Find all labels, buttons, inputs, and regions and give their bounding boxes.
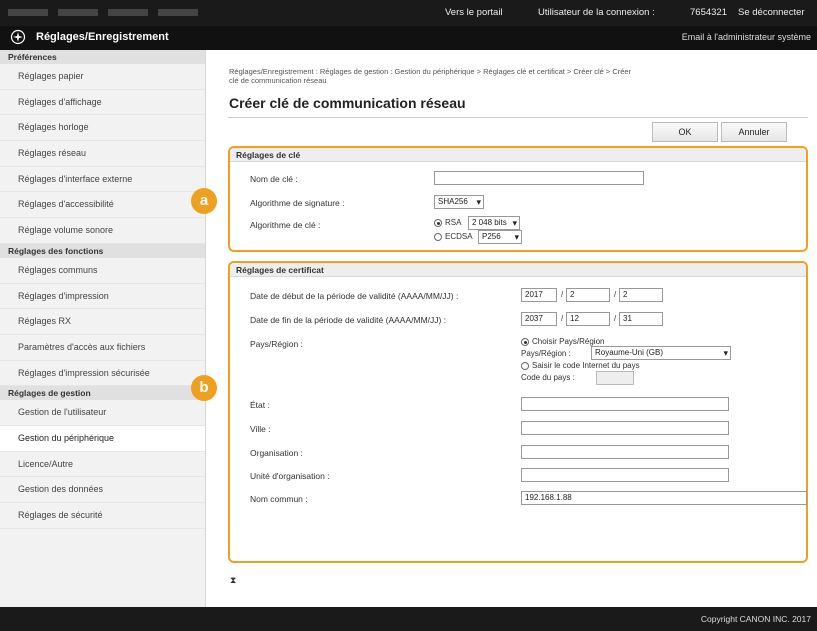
sidebar-section-preferences: Préférences xyxy=(0,50,205,64)
date-separator: / xyxy=(561,290,564,299)
signature-algo-label: Algorithme de signature : xyxy=(250,198,345,208)
state-input[interactable] xyxy=(521,397,729,411)
page-title: Créer clé de communication réseau xyxy=(229,95,466,111)
state-label: État : xyxy=(250,400,270,410)
rsa-bits-value: 2 048 bits xyxy=(472,218,507,227)
ok-button[interactable]: OK xyxy=(652,122,718,142)
rsa-label: RSA xyxy=(445,218,462,227)
choose-country-radio[interactable] xyxy=(521,338,529,346)
header-bar: Réglages/Enregistrement Email à l'admini… xyxy=(0,26,817,50)
certificate-settings-panel: Réglages de certificat Date de début de … xyxy=(228,261,808,563)
sidebar-item-display[interactable]: Réglages d'affichage xyxy=(0,90,205,116)
breadcrumb: Réglages/Enregistrement : Réglages de ge… xyxy=(229,67,799,85)
country-field-label: Pays/Région : xyxy=(521,349,571,358)
end-month-input[interactable]: 12 xyxy=(566,312,610,326)
organization-label: Organisation : xyxy=(250,448,303,458)
sidebar-item-data-management[interactable]: Gestion des données xyxy=(0,477,205,503)
org-unit-label: Unité d'organisation : xyxy=(250,471,330,481)
city-input[interactable] xyxy=(521,421,729,435)
enter-code-label: Saisir le code Internet du pays xyxy=(532,361,640,370)
country-value: Royaume-Uni (GB) xyxy=(595,348,664,357)
sidebar-item-volume[interactable]: Réglage volume sonore xyxy=(0,218,205,244)
portal-link[interactable]: Vers le portail xyxy=(445,7,503,18)
date-separator: / xyxy=(614,314,617,323)
key-name-label: Nom de clé : xyxy=(250,174,298,184)
country-code-input[interactable] xyxy=(596,371,634,385)
sidebar-item-file-access[interactable]: Paramètres d'accès aux fichiers xyxy=(0,335,205,361)
sidebar-item-device-management[interactable]: Gestion du périphérique xyxy=(0,425,205,452)
sidebar-item-accessibility[interactable]: Réglages d'accessibilité xyxy=(0,192,205,219)
country-code-label: Code du pays : xyxy=(521,373,575,382)
end-day-input[interactable]: 31 xyxy=(619,312,663,326)
product-logo xyxy=(8,9,198,16)
certificate-settings-header: Réglages de certificat xyxy=(230,263,806,277)
signature-algo-value: SHA256 xyxy=(438,197,468,206)
start-year-input[interactable]: 2017 xyxy=(521,288,557,302)
breadcrumb-line-2: clé de communication réseau xyxy=(229,76,327,85)
end-year-input[interactable]: 2037 xyxy=(521,312,557,326)
rsa-radio[interactable] xyxy=(434,219,442,227)
sidebar-item-paper[interactable]: Réglages papier xyxy=(0,64,205,90)
callout-badge-b: b xyxy=(191,375,217,401)
start-date-label: Date de début de la période de validité … xyxy=(250,291,459,301)
key-algo-label: Algorithme de clé : xyxy=(250,220,321,230)
sidebar: Préférences Réglages papier Réglages d'a… xyxy=(0,50,206,607)
sidebar-item-clock[interactable]: Réglages horloge xyxy=(0,115,205,142)
sidebar-item-rx[interactable]: Réglages RX xyxy=(0,309,205,335)
main-content: Réglages/Enregistrement : Réglages de ge… xyxy=(206,50,817,607)
start-day-input[interactable]: 2 xyxy=(619,288,663,302)
date-separator: / xyxy=(614,290,617,299)
country-label: Pays/Région : xyxy=(250,339,303,349)
end-date-label: Date de fin de la période de validité (A… xyxy=(250,315,447,325)
country-select[interactable]: Royaume-Uni (GB) xyxy=(591,346,731,360)
page-section-title: Réglages/Enregistrement xyxy=(36,31,169,43)
signature-algo-select[interactable]: SHA256 xyxy=(434,195,484,209)
ecdsa-radio[interactable] xyxy=(434,233,442,241)
organization-input[interactable] xyxy=(521,445,729,459)
breadcrumb-line-1: Réglages/Enregistrement : Réglages de ge… xyxy=(229,67,632,76)
footer-bar: Copyright CANON INC. 2017 xyxy=(0,607,817,631)
ecdsa-curve-select[interactable]: P256 xyxy=(478,230,522,244)
sidebar-section-functions: Réglages des fonctions xyxy=(0,243,205,258)
callout-badge-a: a xyxy=(191,188,217,214)
start-month-input[interactable]: 2 xyxy=(566,288,610,302)
login-user-id: 7654321 xyxy=(690,7,727,18)
city-label: Ville : xyxy=(250,424,271,434)
key-name-input[interactable] xyxy=(434,171,644,185)
sidebar-item-user-management[interactable]: Gestion de l'utilisateur xyxy=(0,400,205,426)
gear-icon xyxy=(10,29,26,45)
sidebar-item-external-interface[interactable]: Réglages d'interface externe xyxy=(0,167,205,193)
sidebar-section-management: Réglages de gestion xyxy=(0,386,205,401)
email-admin-link[interactable]: Email à l'administrateur système xyxy=(682,32,811,42)
scroll-top-icon[interactable]: ⧗ xyxy=(230,575,236,586)
cancel-button[interactable]: Annuler xyxy=(721,122,787,142)
common-name-label: Nom commun : xyxy=(250,494,308,504)
copyright: Copyright CANON INC. 2017 xyxy=(700,614,811,624)
common-name-input[interactable]: 192.168.1.88 xyxy=(521,491,807,505)
ecdsa-label: ECDSA xyxy=(445,232,473,241)
choose-country-label: Choisir Pays/Région xyxy=(532,337,605,346)
rsa-bits-select[interactable]: 2 048 bits xyxy=(468,216,520,230)
top-bar: Vers le portail Utilisateur de la connex… xyxy=(0,0,817,26)
date-separator: / xyxy=(561,314,564,323)
sidebar-item-common[interactable]: Réglages communs xyxy=(0,258,205,284)
logout-link[interactable]: Se déconnecter xyxy=(738,7,805,18)
ecdsa-curve-value: P256 xyxy=(482,232,501,241)
divider xyxy=(228,117,808,118)
enter-code-radio[interactable] xyxy=(521,362,529,370)
key-settings-panel: Réglages de clé Nom de clé : Algorithme … xyxy=(228,146,808,252)
sidebar-item-license[interactable]: Licence/Autre xyxy=(0,452,205,478)
sidebar-item-security[interactable]: Réglages de sécurité xyxy=(0,503,205,529)
sidebar-item-secure-print[interactable]: Réglages d'impression sécurisée xyxy=(0,361,205,387)
sidebar-item-network[interactable]: Réglages réseau xyxy=(0,141,205,167)
key-settings-header: Réglages de clé xyxy=(230,148,806,162)
org-unit-input[interactable] xyxy=(521,468,729,482)
login-user-label: Utilisateur de la connexion : xyxy=(538,7,655,18)
sidebar-item-print[interactable]: Réglages d'impression xyxy=(0,284,205,310)
